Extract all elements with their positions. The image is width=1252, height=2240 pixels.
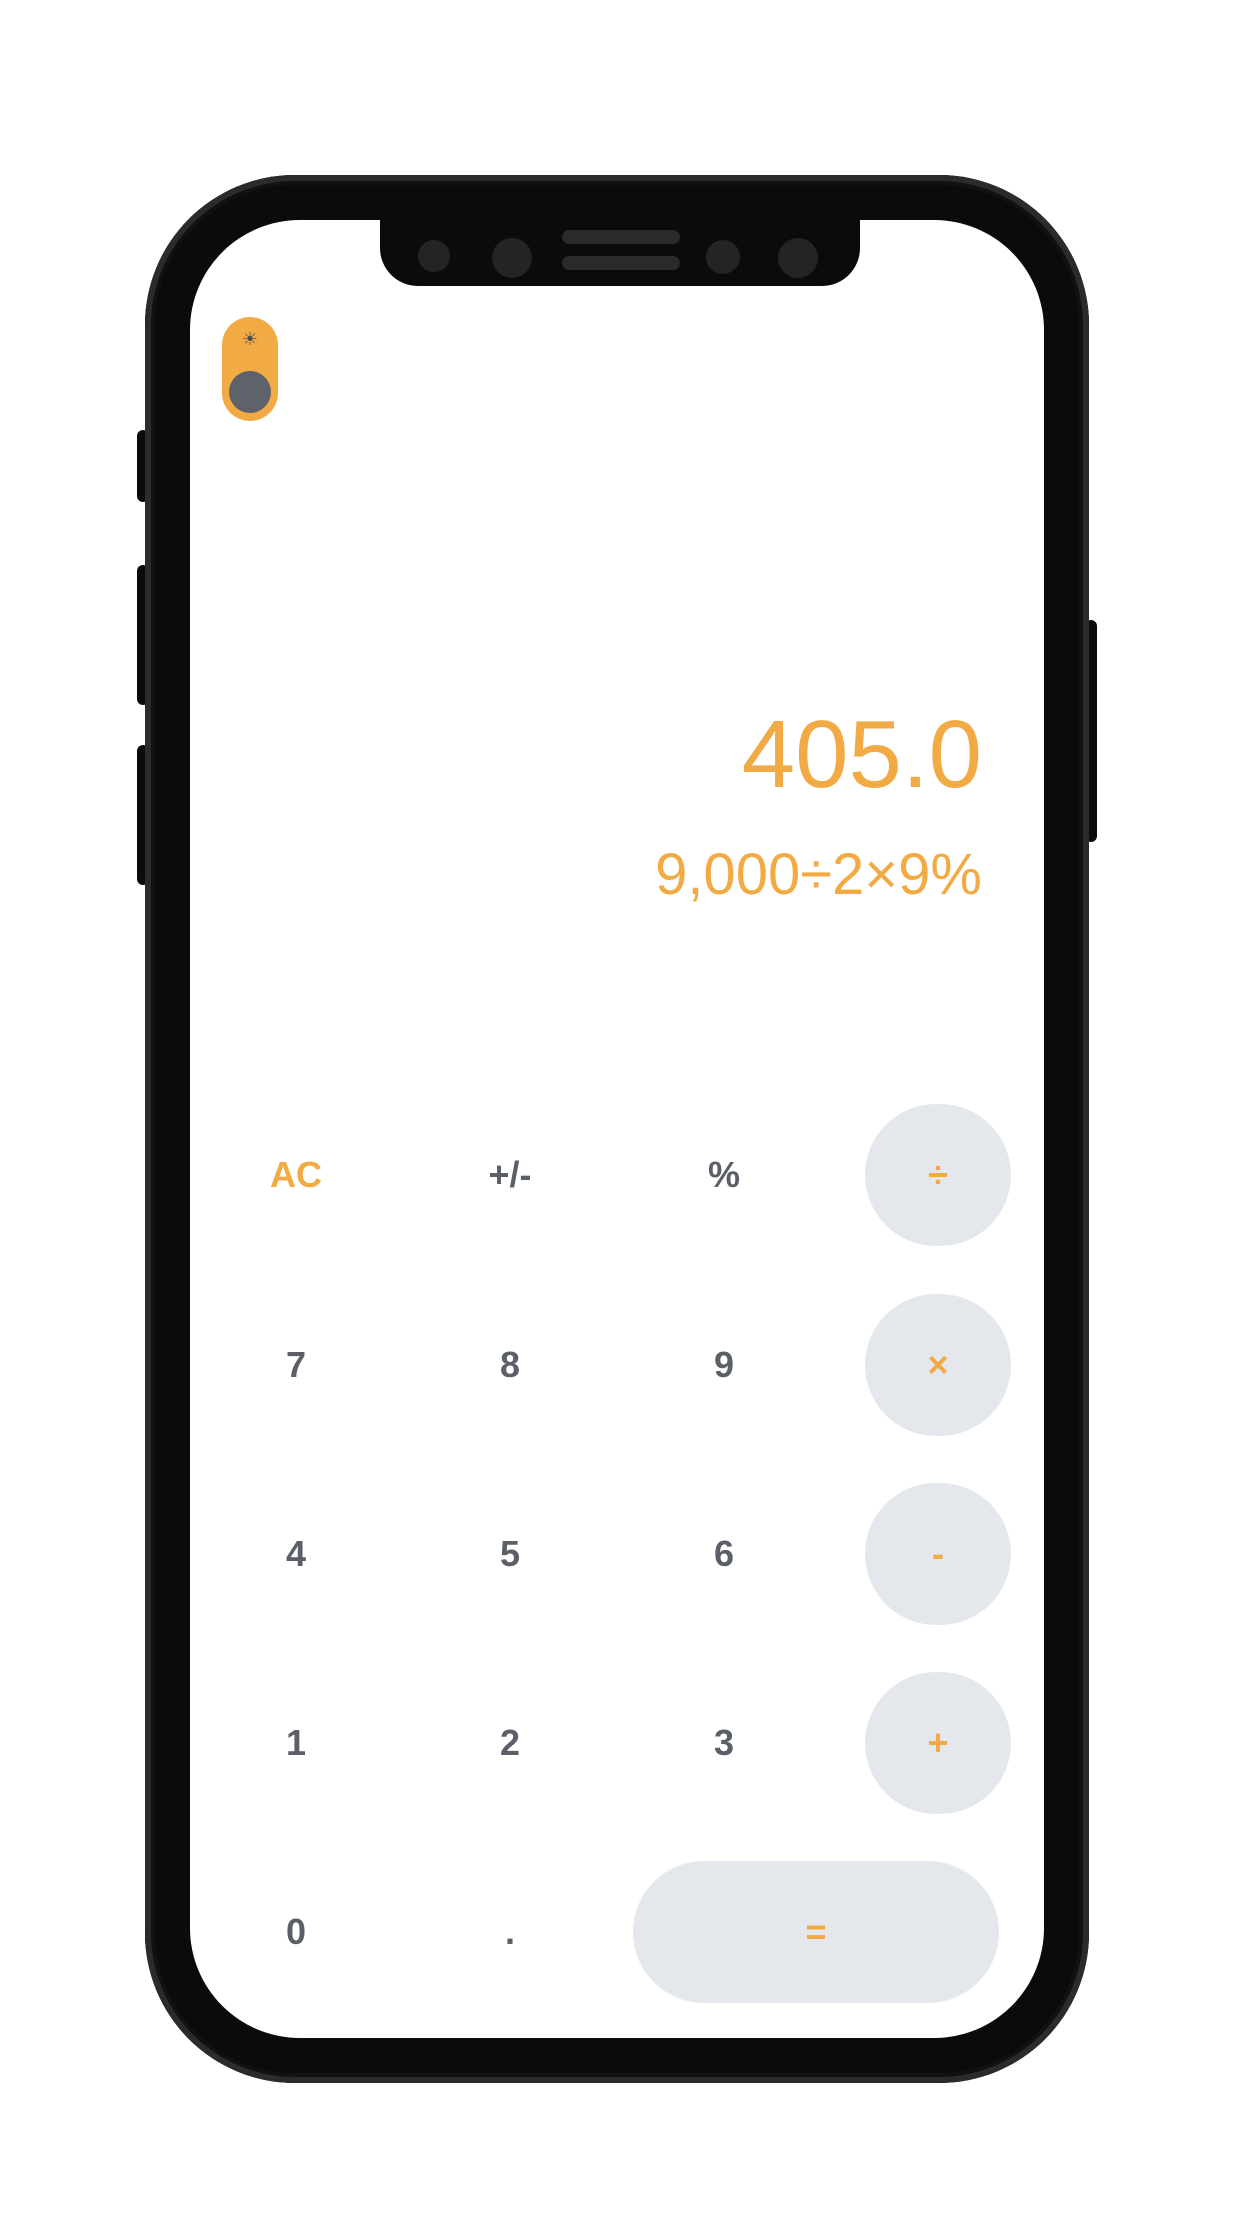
- divide-button[interactable]: ÷: [865, 1104, 1011, 1246]
- digit-1-button[interactable]: 1: [226, 1672, 366, 1814]
- theme-toggle[interactable]: ☀: [222, 317, 278, 421]
- camera-icon: [492, 238, 532, 278]
- toggle-knob: [229, 371, 271, 413]
- digit-4-button[interactable]: 4: [226, 1483, 366, 1625]
- multiply-button[interactable]: ×: [865, 1294, 1011, 1436]
- digit-0-button[interactable]: 0: [226, 1861, 366, 2003]
- clear-button[interactable]: AC: [226, 1104, 366, 1246]
- calculator-screen: ☀ 405.0 9,000÷2×9% AC +/- % ÷ 7 8 9 × 4 …: [190, 220, 1044, 2038]
- sun-icon: ☀: [241, 329, 259, 349]
- speaker-grille: [562, 230, 680, 244]
- phone-notch: [380, 220, 860, 286]
- digit-3-button[interactable]: 3: [654, 1672, 794, 1814]
- sensor-icon: [706, 240, 740, 274]
- digit-2-button[interactable]: 2: [440, 1672, 580, 1814]
- result-display: 405.0: [741, 701, 982, 808]
- add-button[interactable]: +: [865, 1672, 1011, 1814]
- phone-frame: ☀ 405.0 9,000÷2×9% AC +/- % ÷ 7 8 9 × 4 …: [145, 175, 1089, 2083]
- sensor-icon: [418, 240, 450, 272]
- decimal-button[interactable]: .: [440, 1861, 580, 2003]
- speaker-grille: [562, 256, 680, 270]
- digit-6-button[interactable]: 6: [654, 1483, 794, 1625]
- camera-icon: [778, 238, 818, 278]
- digit-8-button[interactable]: 8: [440, 1294, 580, 1436]
- digit-5-button[interactable]: 5: [440, 1483, 580, 1625]
- negate-button[interactable]: +/-: [440, 1104, 580, 1246]
- expression-display: 9,000÷2×9%: [655, 842, 982, 907]
- equals-button[interactable]: =: [633, 1861, 999, 2003]
- percent-button[interactable]: %: [654, 1104, 794, 1246]
- subtract-button[interactable]: -: [865, 1483, 1011, 1625]
- digit-7-button[interactable]: 7: [226, 1294, 366, 1436]
- digit-9-button[interactable]: 9: [654, 1294, 794, 1436]
